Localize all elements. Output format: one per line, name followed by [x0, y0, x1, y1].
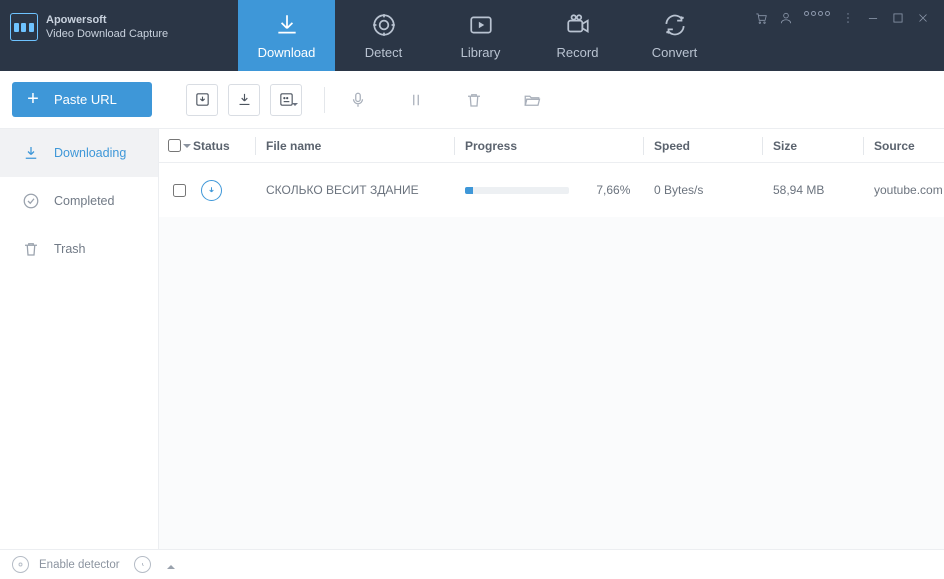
menu-icon[interactable] [841, 11, 855, 25]
row-size: 58,94 MB [773, 183, 863, 197]
col-status[interactable]: Status [193, 139, 255, 153]
apps-icon[interactable] [804, 11, 830, 16]
detector-icon[interactable] [12, 556, 29, 573]
completed-icon [22, 192, 40, 210]
detect-icon [371, 12, 397, 38]
tab-convert-label: Convert [652, 45, 698, 60]
minimize-button[interactable] [866, 11, 880, 25]
tab-library[interactable]: Library [432, 0, 529, 71]
sidebar-item-downloading[interactable]: Downloading [0, 129, 158, 177]
sidebar-completed-label: Completed [54, 194, 114, 208]
toolbar-separator [324, 87, 325, 113]
app-title: Apowersoft Video Download Capture [46, 13, 168, 41]
col-filename[interactable]: File name [266, 139, 454, 153]
tab-record-label: Record [557, 45, 599, 60]
col-progress[interactable]: Progress [465, 139, 643, 153]
download-icon [274, 12, 300, 38]
download-all-button[interactable] [228, 84, 260, 116]
user-icon[interactable] [779, 11, 793, 25]
main-nav: Download Detect Library Record Convert [238, 0, 723, 71]
download-list: Status File name Progress Speed Size Sou… [158, 129, 944, 549]
tab-download[interactable]: Download [238, 0, 335, 71]
window-controls [754, 0, 944, 71]
convert-icon [662, 12, 688, 38]
tab-library-label: Library [461, 45, 501, 60]
cart-icon[interactable] [754, 11, 768, 25]
mic-button[interactable] [347, 89, 369, 111]
progress-fill [465, 187, 473, 194]
status-downloading-icon [201, 180, 222, 201]
downloading-icon [22, 144, 40, 162]
brand-area: Apowersoft Video Download Capture [0, 0, 238, 71]
trash-icon [22, 240, 40, 258]
brand-line1: Apowersoft [46, 14, 107, 26]
sidebar-item-completed[interactable]: Completed [0, 177, 158, 225]
chevron-up-icon[interactable] [167, 561, 175, 569]
col-source[interactable]: Source [874, 139, 944, 153]
titlebar: Apowersoft Video Download Capture Downlo… [0, 0, 944, 71]
delete-button[interactable] [463, 89, 485, 111]
pause-button[interactable] [405, 89, 427, 111]
sidebar-trash-label: Trash [54, 242, 86, 256]
record-icon [565, 12, 591, 38]
table-row[interactable]: СКОЛЬКО ВЕСИТ ЗДАНИЕ 7,66% 0 Bytes/s 58,… [159, 163, 944, 217]
table-header: Status File name Progress Speed Size Sou… [159, 129, 944, 163]
paste-url-label: Paste URL [54, 92, 117, 107]
plus-icon: + [12, 88, 54, 111]
sidebar-downloading-label: Downloading [54, 146, 126, 160]
download-options-button[interactable] [270, 84, 302, 116]
tab-record[interactable]: Record [529, 0, 626, 71]
tab-detect-label: Detect [365, 45, 403, 60]
row-source: youtube.com [874, 183, 944, 197]
progress-bar [465, 187, 569, 194]
col-size[interactable]: Size [773, 139, 863, 153]
tab-detect[interactable]: Detect [335, 0, 432, 71]
paste-url-button[interactable]: + Paste URL [12, 82, 152, 117]
status-bar: Enable detector [0, 549, 944, 579]
col-speed[interactable]: Speed [654, 139, 762, 153]
progress-percent: 7,66% [596, 183, 630, 197]
row-speed: 0 Bytes/s [654, 183, 762, 197]
download-single-button[interactable] [186, 84, 218, 116]
chevron-down-icon [292, 103, 298, 109]
close-button[interactable] [916, 11, 930, 25]
app-logo-icon [10, 13, 38, 41]
sidebar: Downloading Completed Trash [0, 129, 158, 549]
speed-icon[interactable] [134, 556, 151, 573]
row-checkbox[interactable] [173, 184, 186, 197]
library-icon [468, 12, 494, 38]
maximize-button[interactable] [891, 11, 905, 25]
brand-line2: Video Download Capture [46, 28, 168, 40]
sidebar-item-trash[interactable]: Trash [0, 225, 158, 273]
enable-detector-label[interactable]: Enable detector [39, 559, 120, 571]
tab-download-label: Download [258, 45, 316, 60]
select-all-checkbox[interactable] [168, 139, 181, 152]
row-progress: 7,66% [465, 183, 643, 198]
row-filename: СКОЛЬКО ВЕСИТ ЗДАНИЕ [266, 183, 454, 197]
tab-convert[interactable]: Convert [626, 0, 723, 71]
chevron-down-icon[interactable] [183, 144, 191, 152]
open-folder-button[interactable] [521, 89, 543, 111]
toolbar: + Paste URL [0, 71, 944, 129]
